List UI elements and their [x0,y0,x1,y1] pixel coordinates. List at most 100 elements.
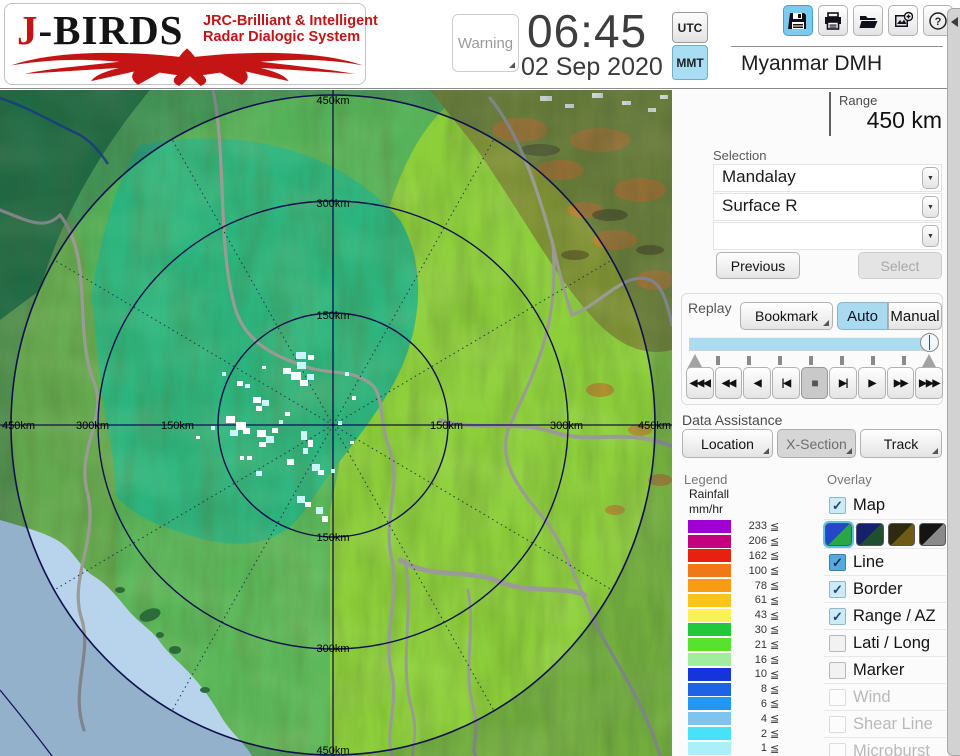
echo-cell [245,384,250,388]
playback-button-1[interactable]: ◀◀ [714,367,743,399]
legend-swatch [688,534,731,548]
legend-row: 162 ≦ [688,549,798,564]
checkbox-line[interactable]: ✓ [829,553,846,571]
legend-value: 206 [748,535,767,548]
overlay-item-marker[interactable]: Marker [824,656,946,683]
echo-cell [285,412,290,416]
print-icon [825,11,841,30]
replay-slider-handle[interactable] [920,333,939,352]
map-style-2[interactable] [887,522,915,546]
legend-row: 30 ≦ [688,623,798,638]
clock-time: 06:45 [527,5,648,57]
legend-value: 78 [754,579,767,592]
range-label-text: 450km [2,420,35,432]
radar-map[interactable]: 450km 300km 150km 150km 300km 450km 450km 300km… [0,88,675,756]
checkbox-marker[interactable] [829,661,846,679]
replay-slider-track[interactable] [689,337,932,351]
overlay-item-lati-long[interactable]: Lati / Long [824,629,946,656]
previous-button[interactable]: Previous [716,252,800,279]
map-style-swatches [822,519,946,548]
selection-dropdown-1[interactable]: Surface R ▼ [713,193,942,221]
playback-button-3[interactable]: |◀ [772,367,800,399]
legend-swatch [688,638,731,652]
overlay-item-shear-line[interactable]: Shear Line [824,710,946,737]
playback-button-4[interactable]: ■ [800,367,829,399]
app-subtitle-line2: Radar Dialogic System [203,29,361,45]
legend-swatch [688,579,731,593]
range-label-text: 450km [638,420,671,432]
selection-dropdown-0[interactable]: Mandalay ▼ [713,164,942,192]
checkbox-border[interactable]: ✓ [829,580,846,598]
overlay-item-line[interactable]: ✓ Line [824,548,946,575]
legend-value: 8 [760,683,767,696]
checkbox-map[interactable]: ✓ [829,497,846,514]
save-button[interactable] [783,5,813,36]
chevron-down-icon[interactable]: ▼ [922,167,939,189]
legend-swatch [688,667,731,681]
playback-button-5[interactable]: ▶| [829,367,858,399]
legend-swatch [688,519,731,533]
legend-row: 233 ≦ [688,519,798,534]
utc-button[interactable]: UTC [672,12,708,43]
legend-scale: 233 ≦ 206 ≦ 162 ≦ 100 ≦ 78 ≦ 61 ≦ 43 ≦ 30 ≦ 21 ≦ 16 ≦ 10 ≦ 8 ≦ 6… [688,519,798,756]
checkbox-shear-line[interactable] [829,715,846,733]
legend-title: Rainfall [689,487,730,501]
chevron-down-icon[interactable]: ▼ [922,196,939,218]
playback-button-0[interactable]: ◀◀◀ [686,367,714,399]
overlay-item-range-az[interactable]: ✓ Range / AZ [824,602,946,629]
overlay-item-label: Range / AZ [853,606,936,625]
auto-button[interactable]: Auto [837,302,888,330]
overlay-item-wind[interactable]: Wind [824,683,946,710]
add-image-icon [895,11,913,27]
print-button[interactable] [818,5,848,36]
checkbox-range-az[interactable]: ✓ [829,607,846,625]
echo-cell [262,400,269,406]
checkbox-microburst[interactable] [829,742,846,756]
panel-collapse-strip[interactable] [947,8,960,756]
lte-symbol: ≦ [770,624,780,637]
legend-swatch [688,549,731,563]
playback-button-8[interactable]: ▶▶▶ [915,367,944,399]
echo-cell [291,372,301,380]
location-button[interactable]: Location [682,429,773,458]
open-folder-button[interactable] [853,5,883,36]
legend-value: 100 [748,564,767,577]
playback-button-2[interactable]: ◀ [743,367,772,399]
checkbox-lati-long[interactable] [829,634,846,652]
range-label-text: 150km [316,532,349,544]
echo-cell [237,381,243,386]
legend-value: 61 [754,594,767,607]
overlay-item-border[interactable]: ✓ Border [824,575,946,602]
legend-row: 2 ≦ [688,726,798,741]
legend-value: 16 [754,653,767,666]
echo-cell [243,428,250,434]
track-button[interactable]: Track [860,429,942,458]
x-section-button[interactable]: X-Section [777,429,856,458]
map-style-3[interactable] [918,522,946,546]
legend-value: 10 [754,668,767,681]
lte-symbol: ≦ [770,698,780,711]
echo-cell [266,436,274,443]
warning-label: Warning [457,34,514,52]
chevron-down-icon[interactable]: ▼ [922,225,939,247]
lte-symbol: ≦ [770,683,780,696]
mmt-button[interactable]: MMT [672,45,708,80]
add-image-button[interactable] [888,5,918,36]
slider-tick [840,356,844,365]
map-style-1[interactable] [856,522,884,546]
echo-cell [318,470,324,475]
echo-cell [352,396,356,400]
manual-button[interactable]: Manual [888,302,942,330]
eagle-icon [11,48,363,86]
selection-dropdown-2[interactable]: ▼ [713,222,942,250]
overlay-item-microburst[interactable]: Microburst [824,737,946,756]
playback-button-7[interactable]: ▶▶ [886,367,915,399]
header-bar: J-BIRDS JRC-Brilliant & Intelligent Rada… [0,0,960,89]
select-button[interactable]: Select [858,252,942,279]
bookmark-button[interactable]: Bookmark [740,302,833,330]
overlay-item-map[interactable]: ✓ Map [824,492,946,519]
playback-button-6[interactable]: ▶ [858,367,886,399]
map-style-0[interactable] [822,520,855,548]
checkbox-wind[interactable] [829,688,846,706]
warning-button[interactable]: Warning [452,14,519,72]
